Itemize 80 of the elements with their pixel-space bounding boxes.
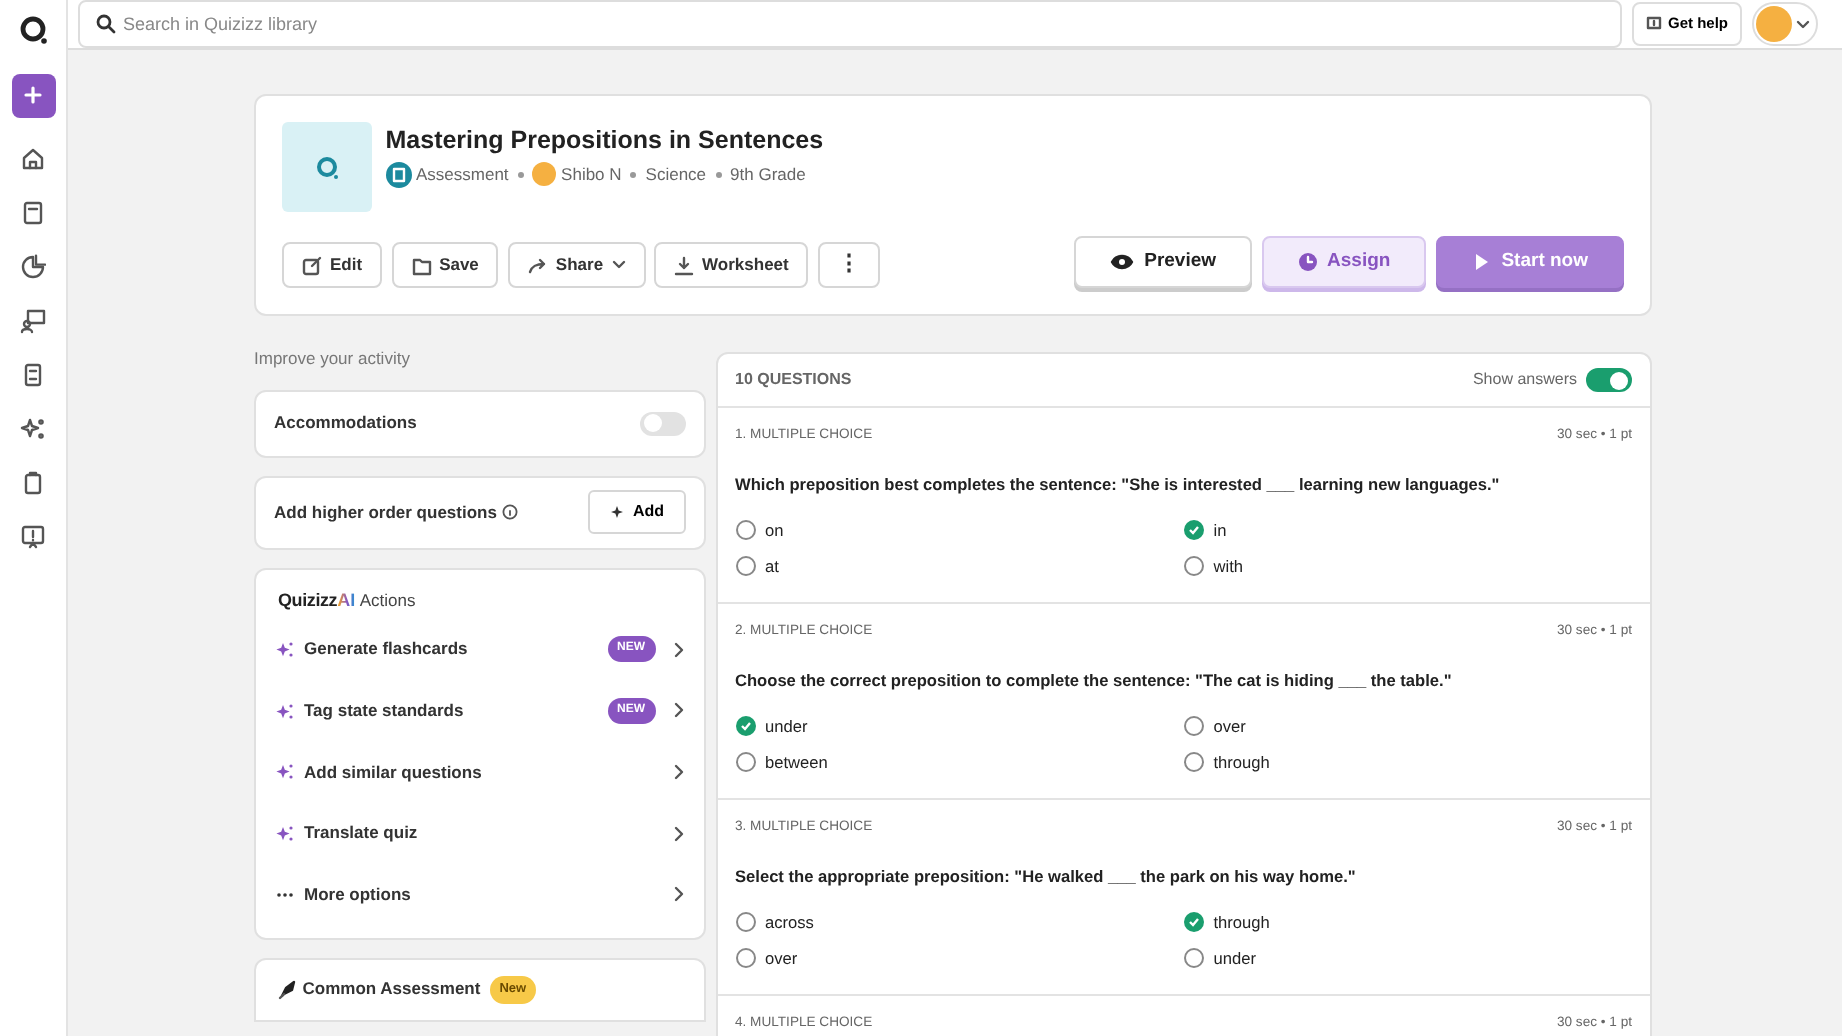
question-text: Select the appropriate preposition: "He walked ___ the park on his way home.": [735, 864, 1358, 890]
search-icon: [95, 14, 115, 34]
pie-chart-icon[interactable]: [20, 253, 46, 279]
option-label: in: [1213, 517, 1227, 543]
preview-button[interactable]: Preview: [1074, 236, 1253, 288]
meta-label: Assessment: [416, 161, 509, 187]
option-label: with: [1213, 554, 1244, 579]
chevron-down-icon: [611, 260, 626, 270]
chevron-right-icon: [674, 641, 684, 658]
help-icon[interactable]: [20, 523, 46, 549]
meta-label: Science: [645, 161, 707, 187]
accommodations-label: Accommodations: [274, 410, 417, 437]
separator-dot: [517, 171, 524, 177]
option-label: over: [765, 946, 798, 971]
home-icon[interactable]: [20, 145, 46, 171]
edit-button[interactable]: Edit: [282, 242, 383, 288]
clock-icon: [1297, 252, 1318, 272]
action-item[interactable]: Add similar questions: [256, 741, 704, 803]
option-label: over: [1213, 713, 1246, 739]
meta-label: 9th Grade: [730, 161, 806, 187]
clipboard-icon[interactable]: [20, 469, 46, 495]
presentation-icon[interactable]: [20, 307, 46, 333]
author-name[interactable]: Shibo N: [561, 161, 622, 187]
save-button[interactable]: Save: [391, 242, 499, 288]
separator-dot: [630, 171, 637, 177]
accommodations-toggle[interactable]: [640, 411, 686, 436]
question-text: Which preposition best completes the sentence: "She is interested ___ learning new languages.": [735, 472, 1502, 498]
plus-icon: [24, 86, 42, 104]
chevron-right-icon: [674, 763, 684, 780]
card-title: Actions: [359, 588, 416, 614]
assign-button[interactable]: Assign: [1261, 236, 1427, 288]
action-item[interactable]: More options: [256, 864, 704, 926]
action-item[interactable]: Translate quiz: [256, 802, 704, 864]
sparkle-icon: [276, 762, 294, 781]
add-button[interactable]: Add: [588, 490, 686, 535]
option-label: through: [1213, 909, 1270, 935]
option-label: between: [765, 750, 828, 775]
logo-icon: [315, 155, 339, 179]
chevron-down-icon: [1795, 19, 1809, 29]
sparkle-icon: [276, 701, 294, 720]
eye-icon: [1110, 252, 1135, 272]
search-field[interactable]: Search in Quizizz library: [77, 0, 1623, 48]
logo-icon: [19, 15, 47, 43]
play-icon: [1471, 252, 1492, 272]
sparkle-icon: [276, 824, 294, 843]
sparkle-icon: [276, 640, 294, 659]
chevron-right-icon: [674, 825, 684, 842]
question-count: 10 QUESTIONS: [735, 368, 852, 392]
book-icon[interactable]: [20, 199, 46, 225]
activity-title: Mastering Prepositions in Sentences: [385, 126, 824, 157]
library-icon[interactable]: [20, 361, 46, 387]
option-label: through: [1213, 750, 1270, 775]
option-label: across: [765, 909, 814, 935]
option-label: under: [765, 713, 808, 739]
option-label: under: [1213, 946, 1256, 971]
info-icon: [501, 504, 518, 521]
common-assessment-label: Common Assessment: [302, 976, 481, 1003]
question-text: Choose the correct preposition to complete the sentence: "The cat is hiding ___ the table.": [735, 668, 1454, 694]
sparkle-icon: [610, 504, 627, 521]
folder-icon: [411, 255, 432, 275]
option-label: at: [765, 554, 779, 579]
show-answers-toggle[interactable]: [1586, 368, 1632, 392]
more-button[interactable]: ⋮: [817, 242, 880, 288]
edit-icon: [302, 255, 322, 275]
section-heading: Improve your activity: [254, 346, 412, 372]
chevron-right-icon: [674, 886, 684, 903]
quizizz-ai-logo: QuizizzAI: [278, 587, 356, 615]
download-icon: [674, 255, 695, 275]
show-answers-label: Show answers: [1472, 368, 1577, 392]
worksheet-button[interactable]: Worksheet: [654, 242, 809, 288]
chevron-right-icon: [674, 702, 684, 719]
sparkle-icon[interactable]: [20, 415, 46, 441]
option-label: on: [765, 517, 784, 543]
clipboard-icon: [385, 161, 412, 187]
share-button[interactable]: Share: [507, 242, 646, 288]
higher-order-label: Add higher order questions: [274, 499, 497, 526]
separator-dot: [715, 171, 722, 177]
share-arrow-icon: [527, 255, 548, 275]
create-button[interactable]: [11, 73, 55, 117]
avatar-icon: [532, 162, 557, 186]
